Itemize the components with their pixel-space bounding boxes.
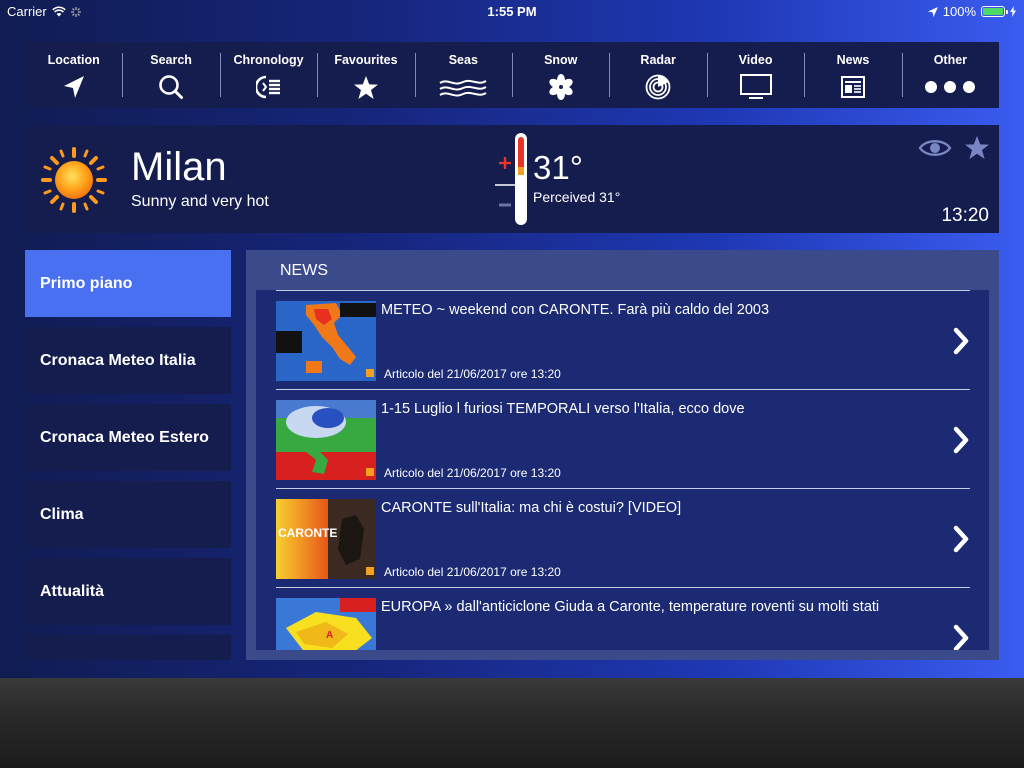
article-title: EUROPA » dall'anticiclone Giuda a Caront…	[381, 599, 880, 615]
tv-icon	[739, 74, 772, 99]
news-heading: NEWS	[280, 262, 328, 279]
chevron-right-icon[interactable]	[952, 426, 970, 454]
status-time: 1:55 PM	[487, 4, 537, 19]
tab-snow[interactable]: Snow	[512, 42, 609, 108]
perceived-temperature: Perceived 31°	[533, 189, 621, 205]
tab-label: News	[836, 53, 870, 67]
article-title: 1-15 Luglio l furiosi TEMPORALI verso l'…	[381, 401, 745, 417]
sun-icon	[41, 147, 107, 213]
location-services-icon	[927, 6, 938, 17]
charging-bolt-icon	[1010, 6, 1016, 17]
tab-label: Other	[933, 53, 968, 67]
battery-percentage: 100%	[942, 4, 976, 19]
tab-radar[interactable]: Radar	[609, 42, 706, 108]
article-date: Articolo del 21/06/2017 ore 13:20	[384, 367, 561, 381]
article-thumbnail: A	[276, 598, 376, 650]
news-item[interactable]: METEO ~ weekend con CARONTE. Farà più ca…	[276, 290, 970, 390]
category-sidebar: Primo piano Cronaca Meteo Italia Cronaca…	[25, 250, 231, 660]
sidebar-item-clima[interactable]: Clima	[25, 481, 231, 548]
newspaper-icon	[840, 76, 865, 98]
tab-label: Seas	[448, 53, 478, 67]
star-icon	[353, 75, 378, 99]
sidebar-item-label: Clima	[40, 505, 84, 523]
tab-news[interactable]: News	[804, 42, 901, 108]
waves-icon	[439, 79, 487, 97]
city-name: Milan	[131, 145, 227, 189]
chevron-right-icon[interactable]	[952, 525, 970, 553]
tab-label: Snow	[544, 53, 578, 67]
article-title: METEO ~ weekend con CARONTE. Farà più ca…	[381, 302, 770, 318]
article-title: CARONTE sull'Italia: ma chi è costui? [V…	[381, 500, 682, 516]
battery-icon	[981, 6, 1008, 17]
chronology-icon	[255, 75, 280, 99]
news-item[interactable]: CARONTE CARONTE sull'Italia: ma chi è co…	[276, 488, 970, 588]
news-item[interactable]: 1-15 Luglio l furiosi TEMPORALI verso l'…	[276, 389, 970, 489]
tab-label: Favourites	[334, 53, 398, 67]
current-weather-panel: Milan Sunny and very hot 31° Perceived 3…	[25, 125, 999, 233]
tab-location[interactable]: Location	[25, 42, 122, 108]
tab-favourites[interactable]: Favourites	[317, 42, 414, 108]
bottom-bar	[0, 678, 1024, 768]
tab-label: Video	[738, 53, 773, 67]
search-icon	[159, 75, 184, 99]
tab-chronology[interactable]: Chronology	[219, 42, 317, 108]
news-panel: NEWS METEO ~ weekend con CARONTE. Farà p…	[246, 250, 999, 660]
update-time: 13:20	[941, 205, 989, 226]
tab-label: Chronology	[233, 53, 304, 67]
article-thumbnail: CARONTE	[276, 499, 376, 579]
weather-condition: Sunny and very hot	[131, 193, 269, 210]
tab-seas[interactable]: Seas	[414, 42, 512, 108]
tab-video[interactable]: Video	[706, 42, 804, 108]
tab-other[interactable]: Other	[901, 42, 999, 108]
article-date: Articolo del 21/06/2017 ore 13:20	[384, 565, 561, 579]
location-arrow-icon	[63, 76, 84, 98]
sidebar-item-label: Primo piano	[40, 274, 133, 292]
sidebar-item-more[interactable]	[25, 635, 231, 660]
news-list[interactable]: METEO ~ weekend con CARONTE. Farà più ca…	[256, 290, 989, 650]
thermometer-icon	[495, 133, 527, 225]
tab-search[interactable]: Search	[122, 42, 219, 108]
news-item[interactable]: A EUROPA » dall'anticiclone Giuda a Caro…	[276, 587, 970, 650]
sidebar-item-attualita[interactable]: Attualità	[25, 558, 231, 625]
sidebar-item-primo-piano[interactable]: Primo piano	[25, 250, 231, 317]
radar-icon	[645, 74, 671, 100]
article-date: Articolo del 21/06/2017 ore 13:20	[384, 466, 561, 480]
chevron-right-icon[interactable]	[952, 327, 970, 355]
tab-label: Location	[47, 53, 100, 67]
star-icon[interactable]	[964, 135, 990, 160]
sidebar-item-label: Cronaca Meteo Italia	[40, 351, 196, 369]
sidebar-item-cronaca-meteo-estero[interactable]: Cronaca Meteo Estero	[25, 404, 231, 471]
thumbnail-caption: CARONTE	[278, 526, 337, 540]
dots-icon	[925, 81, 976, 93]
sidebar-item-label: Cronaca Meteo Estero	[40, 428, 209, 446]
snowflake-icon	[549, 74, 573, 100]
chevron-right-icon[interactable]	[952, 624, 970, 650]
temperature: 31°	[533, 149, 583, 186]
status-bar: Carrier 1:55 PM 100%	[0, 0, 1024, 22]
top-navigation: Location Search Chronology Favourites Se…	[25, 42, 999, 108]
sidebar-item-label: Attualità	[40, 582, 104, 600]
tab-label: Radar	[640, 53, 676, 67]
article-thumbnail	[276, 400, 376, 480]
article-thumbnail	[276, 301, 376, 381]
thumbnail-caption: A	[326, 630, 333, 641]
sidebar-item-cronaca-meteo-italia[interactable]: Cronaca Meteo Italia	[25, 327, 231, 394]
tab-label: Search	[150, 53, 192, 67]
eye-icon[interactable]	[918, 137, 952, 159]
